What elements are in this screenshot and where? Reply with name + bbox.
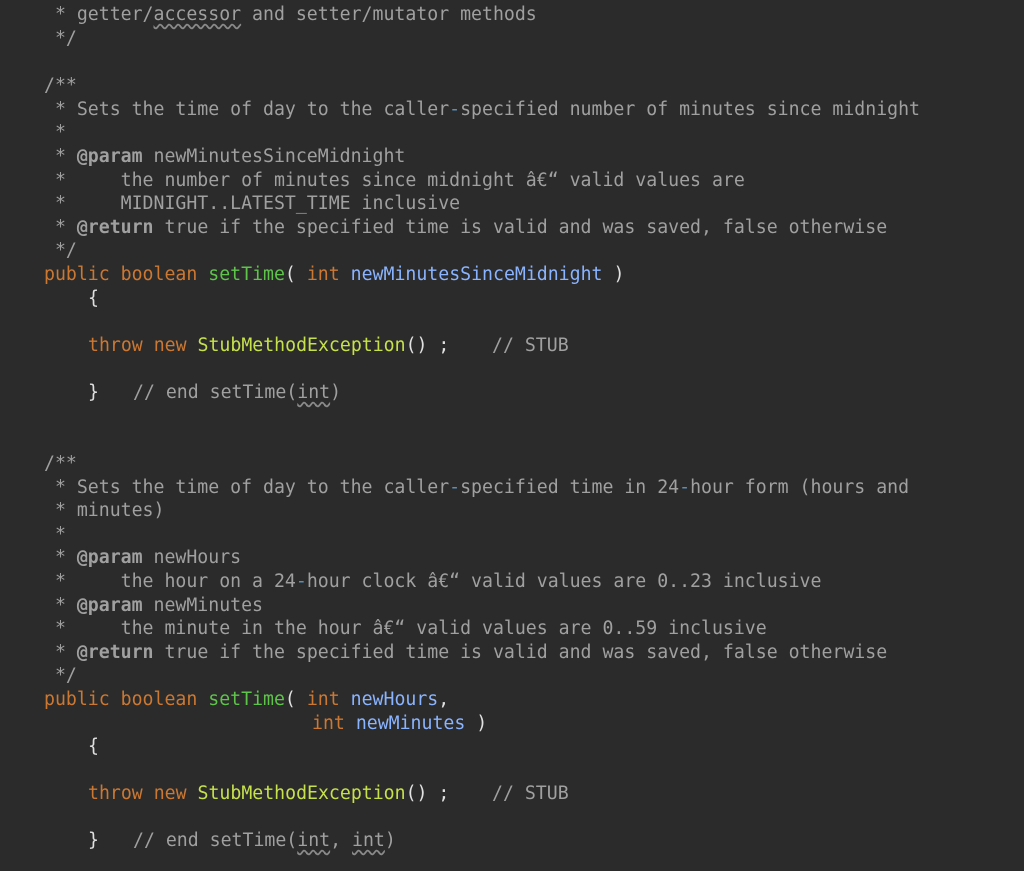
doc-star: *: [44, 146, 77, 167]
doc-summary: * minutes): [44, 500, 165, 521]
keyword-new: new: [153, 783, 187, 804]
throw-statement: throw new StubMethodException() ;: [88, 334, 449, 357]
doc-param-tag: @param: [76, 547, 143, 568]
doc-summary: * Sets the time of day to the caller-spe…: [44, 476, 909, 499]
parameter-name[interactable]: newHours: [351, 689, 439, 710]
comment-text: // end setTime(: [133, 382, 298, 403]
spellcheck-word: int: [297, 382, 331, 403]
keyword-boolean: boolean: [120, 689, 198, 710]
doc-param-name: newHours: [142, 547, 242, 568]
paren: ): [602, 264, 625, 285]
doc-param-desc: * the number of minutes since midnight â…: [44, 170, 745, 191]
class-name[interactable]: StubMethodException: [198, 335, 406, 356]
doc-dash: -: [679, 477, 691, 498]
doc-return-tag: @return: [76, 217, 154, 238]
doc-param-name: newMinutes: [142, 595, 264, 616]
brace-close: }: [88, 382, 99, 403]
doc-param-desc: * the minute in the hour â€“ valid value…: [44, 618, 767, 639]
doc-dash: -: [449, 477, 461, 498]
comment-text: // end setTime(: [133, 830, 298, 851]
comment-text: and setter/mutator methods: [241, 4, 537, 25]
keyword-boolean: boolean: [120, 264, 198, 285]
paren: (: [284, 689, 307, 710]
parameter-name[interactable]: newMinutesSinceMidnight: [351, 264, 603, 285]
doc-star: *: [44, 642, 77, 663]
doc-return-tag: @return: [76, 642, 154, 663]
method-name[interactable]: setTime: [208, 689, 285, 710]
keyword-throw: throw: [88, 783, 143, 804]
keyword-int: int: [306, 689, 340, 710]
keyword-new: new: [153, 335, 187, 356]
comment-text: * getter/: [44, 4, 154, 25]
class-name[interactable]: StubMethodException: [198, 783, 406, 804]
spellcheck-word: int: [297, 830, 331, 851]
method-signature-cont: int newMinutes ): [312, 712, 487, 735]
brace-open: {: [88, 288, 99, 309]
doc-comment-close: */: [44, 665, 77, 686]
code-line: * getter/accessor and setter/mutator met…: [44, 3, 537, 26]
doc-blank: *: [44, 122, 66, 143]
doc-text: specified number of minutes since midnig…: [460, 99, 921, 120]
doc-text: true if the specified time is valid and …: [153, 642, 888, 663]
method-signature: public boolean setTime( int newHours,: [44, 688, 449, 711]
call-parens: () ;: [405, 335, 450, 356]
keyword-throw: throw: [88, 335, 143, 356]
doc-text: hour form (hours and: [690, 477, 910, 498]
paren: ): [465, 713, 488, 734]
doc-star: *: [44, 217, 77, 238]
doc-param-tag: @param: [76, 595, 143, 616]
brace-close: }: [88, 830, 99, 851]
doc-param-desc: * the hour on a 24-hour clock â€“ valid …: [44, 570, 822, 593]
parameter-name[interactable]: newMinutes: [356, 713, 466, 734]
comment-text: ): [330, 382, 342, 403]
doc-param: * @param newMinutes: [44, 594, 263, 617]
doc-return: * @return true if the specified time is …: [44, 641, 887, 664]
keyword-int: int: [306, 264, 340, 285]
doc-param-desc: * MIDNIGHT..LATEST_TIME inclusive: [44, 193, 461, 214]
doc-dash: -: [449, 99, 461, 120]
end-comment: // end setTime(int): [133, 381, 341, 404]
doc-star: *: [44, 595, 77, 616]
stub-comment: // STUB: [492, 783, 569, 804]
end-comment: // end setTime(int, int): [133, 829, 396, 852]
doc-comment-open: /**: [44, 453, 77, 474]
comment-text: ,: [330, 830, 353, 851]
keyword-public: public: [44, 264, 110, 285]
doc-summary: * Sets the time of day to the caller-spe…: [44, 98, 920, 121]
doc-blank: *: [44, 524, 66, 545]
spellcheck-word: accessor: [153, 4, 242, 25]
comment-text: ): [384, 830, 396, 851]
doc-text: * Sets the time of day to the caller: [44, 477, 450, 498]
doc-return: * @return true if the specified time is …: [44, 216, 887, 239]
doc-text: * Sets the time of day to the caller: [44, 99, 450, 120]
comma: ,: [438, 689, 450, 710]
doc-text: * the hour on a 24: [44, 571, 296, 592]
call-parens: () ;: [405, 783, 450, 804]
code-editor[interactable]: * getter/accessor and setter/mutator met…: [0, 0, 1024, 871]
paren: (: [284, 264, 307, 285]
throw-statement: throw new StubMethodException() ;: [88, 782, 449, 805]
doc-param-tag: @param: [76, 146, 143, 167]
doc-text: specified time in 24: [460, 477, 680, 498]
doc-comment-open: /**: [44, 75, 77, 96]
keyword-public: public: [44, 689, 110, 710]
doc-star: *: [44, 547, 77, 568]
doc-text: hour clock â€“ valid values are 0..23 in…: [306, 571, 822, 592]
keyword-int: int: [312, 713, 345, 734]
doc-comment-close: */: [44, 240, 77, 261]
doc-text: true if the specified time is valid and …: [153, 217, 888, 238]
code-line: */: [44, 28, 77, 49]
method-name[interactable]: setTime: [208, 264, 285, 285]
doc-param-name: newMinutesSinceMidnight: [142, 146, 406, 167]
spellcheck-word: int: [352, 830, 385, 851]
stub-comment: // STUB: [492, 335, 569, 356]
doc-param: * @param newMinutesSinceMidnight: [44, 145, 405, 168]
doc-param: * @param newHours: [44, 546, 241, 569]
method-signature: public boolean setTime( int newMinutesSi…: [44, 263, 624, 286]
doc-dash: -: [295, 571, 307, 592]
brace-open: {: [88, 736, 99, 757]
